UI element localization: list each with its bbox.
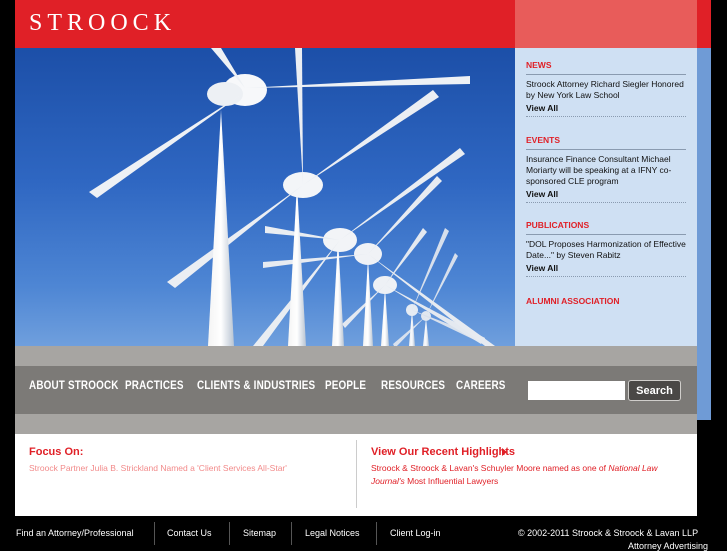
nav-people[interactable]: PEOPLE bbox=[325, 380, 366, 392]
footer-separator bbox=[229, 522, 230, 545]
footer-contact-us-link[interactable]: Contact Us bbox=[167, 528, 212, 538]
footer-separator bbox=[154, 522, 155, 545]
focus-on-link[interactable]: Stroock Partner Julia B. Strickland Name… bbox=[29, 463, 287, 473]
highlight-item[interactable]: Stroock & Stroock & Lavan's Schuyler Moo… bbox=[371, 462, 691, 488]
wind-turbines-illustration bbox=[89, 48, 495, 346]
nav-careers[interactable]: CAREERS bbox=[456, 380, 506, 392]
nav-practices[interactable]: PRACTICES bbox=[125, 380, 184, 392]
alumni-association-link[interactable]: ALUMNI ASSOCIATION bbox=[526, 296, 620, 306]
publications-item[interactable]: "DOL Proposes Harmonization of Effective… bbox=[526, 239, 686, 261]
news-section: NEWS Stroock Attorney Richard Siegler Ho… bbox=[526, 60, 686, 117]
nav-bottom-band bbox=[15, 414, 697, 434]
news-title[interactable]: NEWS bbox=[526, 60, 686, 75]
arrow-right-icon bbox=[502, 448, 507, 456]
focus-on-title: Focus On: bbox=[29, 446, 84, 458]
search-input[interactable] bbox=[528, 381, 625, 400]
footer-client-login-link[interactable]: Client Log-in bbox=[390, 528, 441, 538]
news-item[interactable]: Stroock Attorney Richard Siegler Honored… bbox=[526, 79, 686, 101]
footer-legal-notices-link[interactable]: Legal Notices bbox=[305, 528, 360, 538]
publications-section: PUBLICATIONS "DOL Proposes Harmonization… bbox=[526, 220, 686, 277]
nav-about-stroock[interactable]: ABOUT STROOCK bbox=[29, 380, 119, 392]
highlight-text-start: Stroock & Stroock & Lavan's Schuyler Moo… bbox=[371, 463, 609, 473]
news-view-all-link[interactable]: View All bbox=[526, 103, 686, 117]
publications-title[interactable]: PUBLICATIONS bbox=[526, 220, 686, 235]
content-divider bbox=[356, 440, 357, 508]
footer-sitemap-link[interactable]: Sitemap bbox=[243, 528, 276, 538]
events-title[interactable]: EVENTS bbox=[526, 135, 686, 150]
site-header: STROOCK bbox=[15, 0, 515, 48]
main-nav: ABOUT STROOCK PRACTICES CLIENTS & INDUST… bbox=[15, 366, 697, 414]
events-item[interactable]: Insurance Finance Consultant Michael Mor… bbox=[526, 154, 686, 187]
stroock-logo[interactable]: STROOCK bbox=[29, 10, 176, 37]
nav-clients-industries[interactable]: CLIENTS & INDUSTRIES bbox=[197, 380, 315, 392]
footer-separator bbox=[291, 522, 292, 545]
publications-view-all-link[interactable]: View All bbox=[526, 263, 686, 277]
side-header-band bbox=[515, 0, 697, 48]
nav-top-band bbox=[15, 346, 697, 366]
nav-resources[interactable]: RESOURCES bbox=[381, 380, 445, 392]
right-accent-strip-top bbox=[697, 0, 711, 48]
search-button[interactable]: Search bbox=[628, 380, 681, 401]
footer-attorney-advertising: Attorney Advertising bbox=[628, 541, 709, 551]
content-area: Focus On: Stroock Partner Julia B. Stric… bbox=[15, 434, 697, 516]
footer-find-attorney-link[interactable]: Find an Attorney/Professional bbox=[16, 528, 134, 538]
events-section: EVENTS Insurance Finance Consultant Mich… bbox=[526, 135, 686, 203]
site-footer: Find an Attorney/Professional Contact Us… bbox=[0, 516, 727, 551]
highlight-text-end: Most Influential Lawyers bbox=[404, 476, 499, 486]
page-frame: STROOCK NEWS Stroock Attorney Richard Si… bbox=[0, 0, 727, 551]
footer-separator bbox=[376, 522, 377, 545]
hero-wind-turbines-image bbox=[15, 48, 515, 346]
news-side-panel: NEWS Stroock Attorney Richard Siegler Ho… bbox=[515, 48, 697, 346]
right-accent-strip bbox=[697, 0, 711, 420]
footer-copyright: © 2002-2011 Stroock & Stroock & Lavan LL… bbox=[518, 528, 699, 538]
recent-highlights-link[interactable]: View Our Recent Highlights bbox=[371, 446, 515, 458]
events-view-all-link[interactable]: View All bbox=[526, 189, 686, 203]
